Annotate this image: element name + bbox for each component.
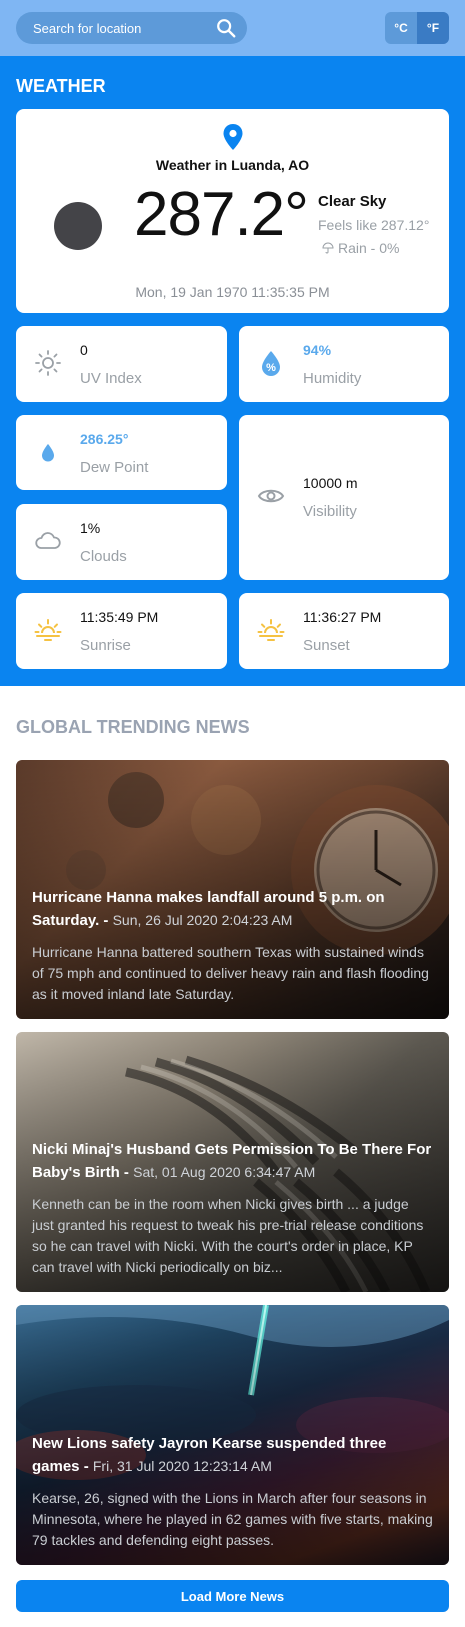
sunset-card: 11:36:27 PM Sunset <box>239 593 449 669</box>
sunrise-card: 11:35:49 PM Sunrise <box>16 593 227 669</box>
news-content: New Lions safety Jayron Kearse suspended… <box>32 1433 433 1551</box>
weather-condition: Clear Sky <box>318 193 387 210</box>
humidity-label: Humidity <box>303 370 362 387</box>
sun-icon <box>35 350 61 376</box>
news-headline[interactable]: New Lions safety Jayron Kearse suspended… <box>32 1433 433 1478</box>
news-date: Sun, 26 Jul 2020 2:04:23 AM <box>112 912 293 928</box>
news-description: Kearse, 26, signed with the Lions in Mar… <box>32 1490 433 1548</box>
sunset-icon <box>257 619 285 641</box>
news-card[interactable]: Hurricane Hanna makes landfall around 5 … <box>16 760 449 1019</box>
clouds-card: 1% Clouds <box>16 504 227 580</box>
location-pin-icon <box>223 124 243 150</box>
clouds-value: 1% <box>80 520 101 536</box>
humidity-value: 94% <box>303 342 332 358</box>
sunrise-label: Sunrise <box>80 637 131 654</box>
search-bar[interactable]: Search for location <box>16 12 247 44</box>
visibility-card: 10000 m Visibility <box>239 415 449 580</box>
sunset-label: Sunset <box>303 637 350 654</box>
cloud-icon <box>35 532 61 549</box>
dew-point-value: 286.25° <box>80 431 129 447</box>
sunrise-icon <box>34 619 62 641</box>
rain-chance: Rain - 0% <box>322 240 399 256</box>
sunset-value: 11:36:27 PM <box>303 609 382 625</box>
load-more-button[interactable]: Load More News <box>16 1580 449 1612</box>
news-content: Nicki Minaj's Husband Gets Permission To… <box>32 1139 433 1278</box>
unit-toggle[interactable]: °C °F <box>385 12 449 44</box>
news-headline[interactable]: Nicki Minaj's Husband Gets Permission To… <box>32 1139 433 1184</box>
celsius-button[interactable]: °C <box>385 12 417 44</box>
uv-index-value: 0 <box>80 342 88 358</box>
svg-text:%: % <box>266 362 276 374</box>
rain-text: Rain - 0% <box>338 240 400 256</box>
feels-like: Feels like 287.12° <box>318 217 430 233</box>
moon-icon <box>54 202 102 250</box>
news-date: Sat, 01 Aug 2020 6:34:47 AM <box>133 1164 316 1180</box>
dew-drop-icon <box>42 444 54 462</box>
uv-index-label: UV Index <box>80 370 142 387</box>
news-description: Kenneth can be in the room when Nicki gi… <box>32 1196 424 1275</box>
visibility-value: 10000 m <box>303 475 358 491</box>
news-headline[interactable]: Hurricane Hanna makes landfall around 5 … <box>32 887 433 932</box>
search-input[interactable]: Search for location <box>33 21 215 36</box>
news-description: Hurricane Hanna battered southern Texas … <box>32 944 429 1002</box>
uv-index-card: 0 UV Index <box>16 326 227 402</box>
weather-section-title: WEATHER <box>16 76 106 96</box>
humidity-card: % 94% Humidity <box>239 326 449 402</box>
location-title: Weather in Luanda, AO <box>155 157 310 173</box>
news-card[interactable]: New Lions safety Jayron Kearse suspended… <box>16 1305 449 1565</box>
weather-date: Mon, 19 Jan 1970 11:35:35 PM <box>135 284 330 300</box>
news-content: Hurricane Hanna makes landfall around 5 … <box>32 887 433 1005</box>
eye-icon <box>257 489 285 503</box>
clouds-label: Clouds <box>80 548 127 565</box>
current-weather-card: Weather in Luanda, AO 287.2° Clear Sky F… <box>16 109 449 313</box>
humidity-drop-icon: % <box>262 351 280 376</box>
fahrenheit-button[interactable]: °F <box>417 12 449 44</box>
search-icon[interactable] <box>215 17 237 39</box>
news-section-title: GLOBAL TRENDING NEWS <box>16 717 250 737</box>
temperature-value: 287.2° <box>134 180 309 249</box>
visibility-label: Visibility <box>303 503 357 520</box>
news-date: Fri, 31 Jul 2020 12:23:14 AM <box>92 1458 272 1474</box>
umbrella-icon <box>322 242 334 254</box>
sunrise-value: 11:35:49 PM <box>80 609 159 625</box>
dew-point-label: Dew Point <box>80 459 149 476</box>
top-bar: Search for location °C °F <box>0 0 465 56</box>
news-card[interactable]: Nicki Minaj's Husband Gets Permission To… <box>16 1032 449 1292</box>
weather-section: WEATHER Weather in Luanda, AO 287.2° Cle… <box>0 56 465 686</box>
dew-point-card: 286.25° Dew Point <box>16 415 227 490</box>
